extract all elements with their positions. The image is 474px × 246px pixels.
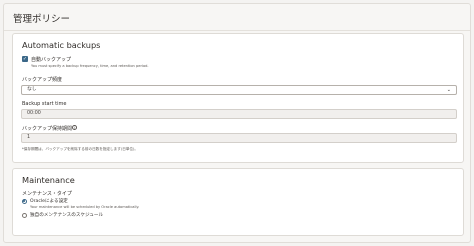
retention-note: *保存期間は、バックアップを削除する前の日数を指定します(日単位)。 xyxy=(22,147,139,151)
backup-start-time-label: Backup start time xyxy=(22,101,67,107)
maintenance-type-label: メンテナンス・タイプ xyxy=(22,191,72,197)
maintenance-option-custom-label: 独自のメンテナンスのスケジュール xyxy=(30,213,104,218)
backup-start-time-value: 00:00 xyxy=(27,111,41,116)
checkmark-icon: ✓ xyxy=(22,56,28,62)
backup-frequency-select[interactable]: なし ⌄ xyxy=(21,85,457,95)
chevron-down-icon: ⌄ xyxy=(446,87,451,93)
maintenance-option-oracle-hint: Your maintenance will be scheduled by Or… xyxy=(30,205,140,209)
maintenance-option-custom-radio[interactable] xyxy=(22,213,27,218)
maintenance-option-oracle-radio[interactable] xyxy=(22,199,27,204)
page-title: 管理ポリシー xyxy=(13,14,71,25)
auto-backup-hint: You must specify a backup frequency, tim… xyxy=(31,64,149,68)
header-divider xyxy=(4,30,470,31)
maintenance-section: Maintenance メンテナンス・タイプ Oracleによる設定 Your … xyxy=(12,168,464,236)
backup-retention-value: 1 xyxy=(27,135,31,140)
auto-backup-checkbox[interactable]: ✓ xyxy=(22,56,28,62)
backup-retention-label: バックアップ保持期間 xyxy=(22,126,73,132)
backup-frequency-label: バックアップ頻度 xyxy=(22,77,63,83)
info-icon[interactable]: i xyxy=(72,125,77,130)
section-title-maintenance: Maintenance xyxy=(22,175,75,185)
automatic-backups-section: Automatic backups ✓ 自動バックアップ You must sp… xyxy=(12,33,464,163)
maintenance-option-oracle-label: Oracleによる設定 xyxy=(30,199,68,204)
section-title-backups: Automatic backups xyxy=(22,40,101,50)
backup-frequency-value: なし xyxy=(27,87,37,92)
backup-retention-input[interactable]: 1 xyxy=(21,133,457,143)
backup-start-time-input[interactable]: 00:00 xyxy=(21,109,457,119)
auto-backup-label: 自動バックアップ xyxy=(31,57,72,63)
management-policy-panel: 管理ポリシー Automatic backups ✓ 自動バックアップ You … xyxy=(3,3,471,243)
